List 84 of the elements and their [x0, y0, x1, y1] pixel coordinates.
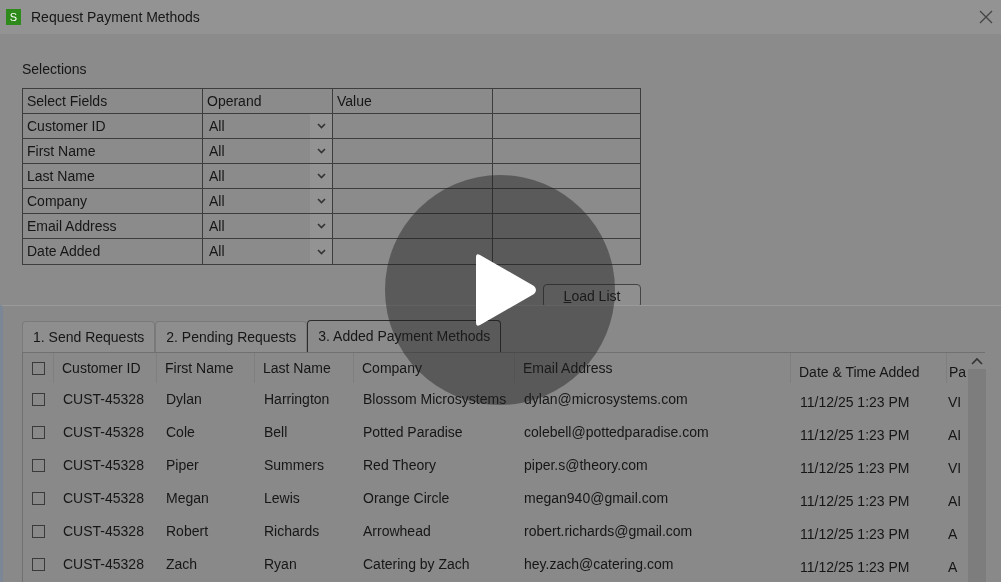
table-cell-text: Summers	[263, 456, 325, 475]
table-cell-text: Piper	[165, 456, 200, 475]
window-title: Request Payment Methods	[31, 7, 200, 27]
table-cell-text: CUST-45328	[62, 423, 145, 442]
table-cell: Last Name	[23, 164, 203, 188]
select-field[interactable]: All	[203, 139, 333, 163]
close-icon[interactable]	[979, 10, 993, 24]
table-cell-text: CUST-45328	[62, 489, 145, 508]
table-cell-text: 11/12/25 1:23 PM	[799, 525, 911, 544]
caret-icon	[316, 223, 326, 229]
caret-icon	[316, 123, 326, 129]
table-cell-text: piper.s@theory.com	[523, 456, 649, 475]
table-cell-text: Megan	[165, 489, 210, 508]
caret-icon	[316, 198, 326, 204]
select-field[interactable]: All	[203, 239, 333, 264]
checkbox[interactable]	[31, 361, 45, 375]
column-header: Operand	[203, 89, 333, 113]
table-cell-text: Arrowhead	[362, 522, 432, 541]
table-cell-text: A	[947, 558, 959, 577]
table-cell-text: 11/12/25 1:23 PM	[799, 492, 911, 511]
checkbox[interactable]	[31, 459, 45, 472]
table-cell: Email Address	[23, 214, 203, 238]
app-logo: S	[6, 9, 21, 25]
table-cell-text: Blossom Microsystems	[362, 390, 508, 409]
column-header[interactable]: Email Address	[514, 353, 790, 383]
table-cell-text: CUST-45328	[62, 522, 145, 541]
column-header: Value	[333, 89, 493, 113]
table-cell-text: CUST-45328	[62, 390, 145, 409]
caret-icon	[316, 148, 326, 154]
select-field[interactable]: All	[203, 214, 333, 238]
table-cell-text: 11/12/25 1:23 PM	[799, 393, 911, 412]
table-cell-text: CUST-45328	[62, 555, 145, 574]
table-cell-text: megan940@gmail.com	[523, 489, 670, 508]
table-cell-text: Ryan	[263, 555, 298, 574]
select-field[interactable]: All	[203, 189, 333, 213]
column-header[interactable]: Company	[353, 353, 514, 383]
caret-icon	[316, 173, 326, 179]
tab[interactable]: 1. Send Requests	[22, 321, 156, 352]
table-cell-text: 11/12/25 1:23 PM	[799, 459, 911, 478]
table-cell-text: 11/12/25 1:23 PM	[799, 558, 911, 577]
table-cell-text: dylan@microsystems.com	[523, 390, 689, 409]
table-cell-text: AI	[947, 426, 963, 445]
table-cell: Date Added	[23, 239, 203, 264]
table-cell-text: VI	[947, 459, 963, 478]
table-cell-text: Potted Paradise	[362, 423, 464, 442]
checkbox[interactable]	[31, 558, 45, 571]
table-cell-text: Richards	[263, 522, 321, 541]
table-cell-text: hey.zach@catering.com	[523, 555, 675, 574]
table-cell-text: robert.richards@gmail.com	[523, 522, 694, 541]
section-label: Selections	[22, 60, 88, 79]
tab[interactable]: 3. Added Payment Methods	[307, 320, 502, 352]
column-header[interactable]: Customer ID	[53, 353, 156, 383]
table-cell-text: 11/12/25 1:23 PM	[799, 426, 911, 445]
checkbox[interactable]	[31, 426, 45, 439]
checkbox[interactable]	[31, 492, 45, 505]
scroll-up-icon[interactable]	[971, 357, 983, 365]
column-header[interactable]: First Name	[156, 353, 254, 383]
column-header[interactable]: Date & Time Added	[790, 353, 946, 383]
table-cell-text: Harrington	[263, 390, 331, 409]
select-field[interactable]: All	[203, 164, 333, 188]
column-header[interactable]: Last Name	[254, 353, 353, 383]
table-cell-text: Cole	[165, 423, 196, 442]
checkbox[interactable]	[31, 525, 45, 538]
table-cell-text: Orange Circle	[362, 489, 451, 508]
table-cell-text: VI	[947, 393, 963, 412]
table-cell: Customer ID	[23, 114, 203, 138]
tab[interactable]: 2. Pending Requests	[155, 321, 308, 352]
table-cell-text: Catering by Zach	[362, 555, 471, 574]
checkbox[interactable]	[31, 393, 45, 406]
table-cell-text: CUST-45328	[62, 456, 145, 475]
select-field[interactable]: All	[203, 114, 333, 138]
table-cell-text: Zach	[165, 555, 199, 574]
column-header: Select Fields	[23, 89, 203, 113]
table-cell: Company	[23, 189, 203, 213]
table-cell-text: AI	[947, 492, 963, 511]
table-cell: First Name	[23, 139, 203, 163]
table-cell-text: Bell	[263, 423, 289, 442]
table-cell-text: Lewis	[263, 489, 301, 508]
caret-icon	[316, 248, 326, 255]
table-cell-text: Robert	[165, 522, 210, 541]
table-cell-text: colebell@pottedparadise.com	[523, 423, 710, 442]
table-cell-text: A	[947, 525, 959, 544]
table-cell-text: Dylan	[165, 390, 203, 409]
table-cell-text: Red Theory	[362, 456, 437, 475]
